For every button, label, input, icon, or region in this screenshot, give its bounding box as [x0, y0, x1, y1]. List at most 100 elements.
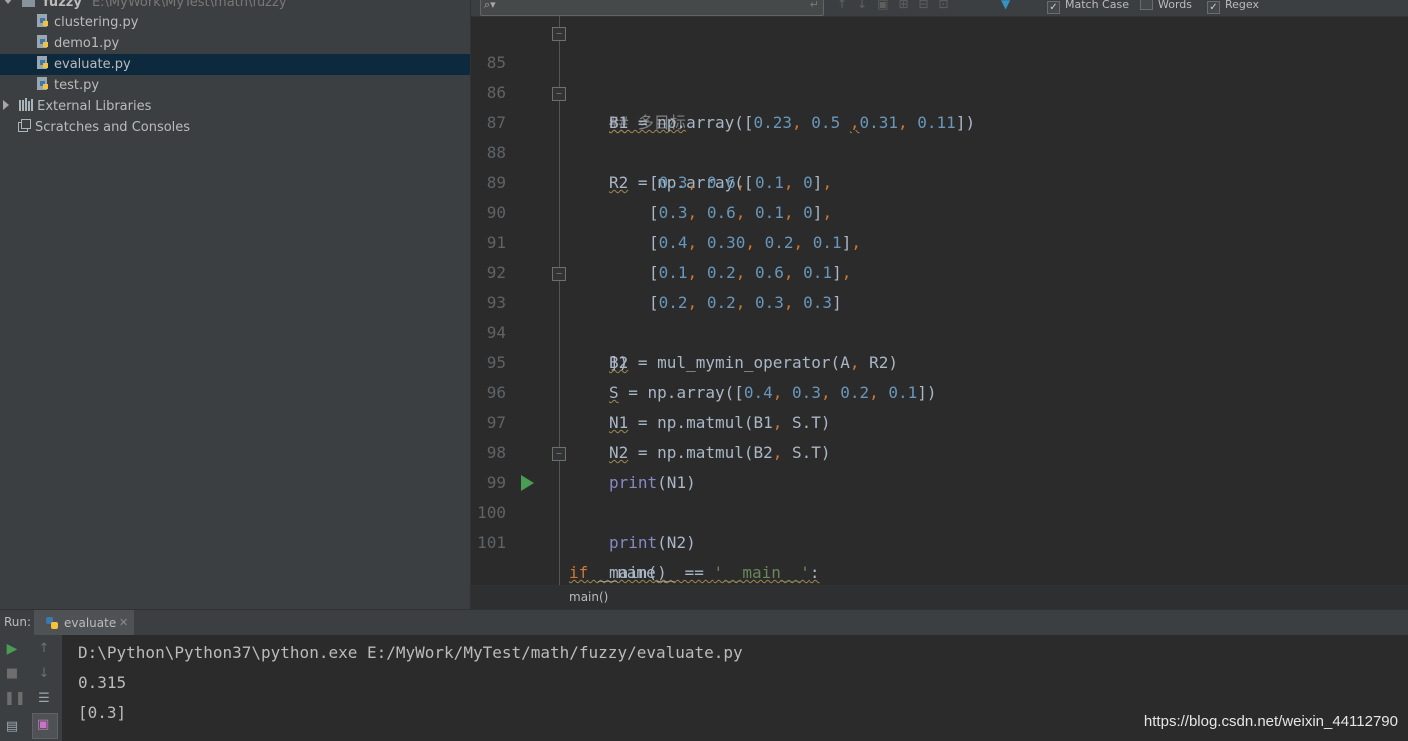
- run-toolbar: ▶ ↑ ■ ↓ ❚❚ ☰ ▤ ▣: [0, 635, 62, 741]
- match-case-option[interactable]: ✓ Match Case: [1047, 0, 1129, 14]
- code-line[interactable]: 95 S = np.array([0.4, 0.3, 0.2, 0.1]): [471, 318, 937, 402]
- code-line[interactable]: 85 − ## 多目标: [471, 18, 686, 132]
- code-line[interactable]: 89 [0.3, 0.6, 0.1, 0],: [471, 138, 832, 222]
- up-arrow-icon[interactable]: ↑: [36, 641, 52, 656]
- code-line[interactable]: 90 [0.4, 0.30, 0.2, 0.1],: [471, 168, 861, 252]
- python-file-icon: [37, 35, 48, 48]
- code-line[interactable]: 93 − ]): [471, 258, 628, 372]
- file-name: evaluate.py: [54, 57, 131, 72]
- code-line[interactable]: 88 [0.3, 0.6, 0.1, 0],: [471, 108, 832, 192]
- fold-marker-icon[interactable]: −: [552, 27, 566, 41]
- python-file-icon: [37, 14, 48, 27]
- regex-option[interactable]: ✓ Regex: [1207, 0, 1259, 14]
- find-input[interactable]: ⌕▾ ↵: [480, 0, 824, 16]
- words-label: Words: [1158, 0, 1193, 11]
- find-navigation-icons[interactable]: ↑↓▣⊞⊟⊡: [837, 0, 959, 11]
- console-line: D:\Python\Python37\python.exe E:/MyWork/…: [78, 643, 743, 662]
- code-text: if __name__ == '__main__':: [569, 563, 820, 582]
- code-line[interactable]: 101 main(): [471, 498, 667, 582]
- run-tab-label: evaluate: [64, 616, 117, 630]
- down-arrow-icon[interactable]: ↓: [36, 666, 52, 681]
- close-icon[interactable]: ✕: [119, 610, 128, 636]
- file-name: clustering.py: [54, 15, 139, 30]
- soft-wrap-icon[interactable]: ☰: [36, 691, 52, 706]
- match-case-checkbox[interactable]: ✓: [1047, 1, 1060, 14]
- code-text: [0.4, 0.30, 0.2, 0.1],: [649, 233, 861, 252]
- run-label: Run:: [4, 615, 32, 629]
- run-tab-evaluate[interactable]: evaluate ✕: [34, 610, 134, 636]
- watermark-text: https://blog.csdn.net/weixin_44112790: [1143, 713, 1398, 730]
- folder-icon: [22, 0, 36, 7]
- external-libraries-label: External Libraries: [37, 99, 152, 114]
- tree-external-libraries[interactable]: External Libraries: [0, 96, 470, 117]
- code-text: N1 = np.matmul(B1, S.T): [609, 413, 831, 432]
- gutter-separator: [559, 16, 560, 585]
- words-checkbox[interactable]: [1140, 0, 1153, 10]
- words-option[interactable]: Words: [1140, 0, 1192, 13]
- fold-marker-icon[interactable]: −: [552, 267, 566, 281]
- fold-marker-icon[interactable]: −: [552, 87, 566, 101]
- tree-file-test[interactable]: test.py: [0, 75, 470, 96]
- project-tool-window: fuzzy E:\MyWork\MyTest\math\fuzzy cluste…: [0, 0, 471, 609]
- python-icon: [46, 617, 58, 629]
- code-line[interactable]: 92 [0.2, 0.2, 0.3, 0.3]: [471, 228, 842, 312]
- code-text: B1 = np.array([0.23, 0.5 ,0.31, 0.11]): [609, 113, 976, 132]
- breadcrumb[interactable]: main(): [569, 590, 608, 604]
- file-name: test.py: [54, 78, 100, 93]
- code-text: [0.2, 0.2, 0.3, 0.3]: [649, 293, 842, 312]
- code-line[interactable]: 86 B1 = np.array([0.23, 0.5 ,0.31, 0.11]…: [471, 48, 975, 132]
- tree-file-evaluate[interactable]: evaluate.py: [0, 54, 470, 75]
- code-line[interactable]: 94 B2 = mul_mymin_operator(A, R2): [471, 288, 898, 372]
- filter-icon[interactable]: ▼: [1001, 0, 1010, 11]
- rerun-icon[interactable]: ▶: [4, 641, 20, 657]
- file-name: demo1.py: [54, 36, 120, 51]
- code-text: S = np.array([0.4, 0.3, 0.2, 0.1]): [609, 383, 937, 402]
- layout-icon[interactable]: ▤: [4, 719, 20, 734]
- stop-icon[interactable]: ■: [4, 666, 20, 681]
- root-folder-path: E:\MyWork\MyTest\math\fuzzy: [91, 0, 287, 10]
- code-line[interactable]: 87 − R2 = np.array([: [471, 78, 754, 192]
- code-line[interactable]: 96 N1 = np.matmul(B1, S.T): [471, 348, 831, 432]
- breadcrumb-bar: main(): [471, 585, 1408, 609]
- code-text: print(N2): [609, 533, 696, 552]
- expand-arrow-icon[interactable]: [3, 100, 9, 110]
- console-line: [0.3]: [78, 703, 127, 722]
- code-text: print(N1): [609, 473, 696, 492]
- code-text: [0.3, 0.6, 0.1, 0],: [649, 173, 833, 192]
- expand-arrow-icon[interactable]: [3, 0, 13, 4]
- python-file-icon: [37, 56, 48, 69]
- tree-file-clustering[interactable]: clustering.py: [0, 12, 470, 33]
- console-line: 0.315: [78, 673, 127, 692]
- library-icon: [19, 98, 34, 111]
- code-line[interactable]: 91 [0.1, 0.2, 0.6, 0.1],: [471, 198, 852, 282]
- match-case-label: Match Case: [1065, 0, 1129, 11]
- tree-scratches[interactable]: Scratches and Consoles: [0, 117, 470, 138]
- search-icon[interactable]: ⌕▾: [484, 0, 496, 12]
- code-editor[interactable]: ⌕▾ ↵ ↑↓▣⊞⊟⊡ ▼ ✓ Match Case Words ✓ Regex 8…: [471, 0, 1408, 609]
- run-tool-header: Run: evaluate ✕: [0, 609, 1408, 636]
- newline-icon[interactable]: ↵: [810, 0, 819, 11]
- regex-checkbox[interactable]: ✓: [1207, 1, 1220, 14]
- regex-label: Regex: [1225, 0, 1259, 11]
- root-folder-name: fuzzy: [43, 0, 82, 10]
- code-text: main(): [609, 563, 667, 582]
- tree-file-demo1[interactable]: demo1.py: [0, 33, 470, 54]
- code-line[interactable]: 98 print(N1): [471, 408, 696, 492]
- code-text: [0.1, 0.2, 0.6, 0.1],: [649, 263, 852, 282]
- code-line[interactable]: 100 if __name__ == '__main__':: [471, 468, 819, 582]
- code-text: [0.3, 0.6, 0.1, 0],: [649, 203, 833, 222]
- scratches-label: Scratches and Consoles: [35, 120, 191, 135]
- scratches-icon: [18, 119, 31, 132]
- run-gutter-icon[interactable]: [521, 475, 534, 491]
- find-bar: ⌕▾ ↵ ↑↓▣⊞⊟⊡ ▼ ✓ Match Case Words ✓ Regex: [471, 0, 1408, 17]
- pause-icon[interactable]: ❚❚: [4, 691, 26, 706]
- scroll-to-end-button[interactable]: ▣: [32, 713, 58, 739]
- python-file-icon: [37, 77, 48, 90]
- code-line[interactable]: 99 − print(N2): [471, 438, 696, 552]
- line-number: 101: [477, 533, 506, 552]
- code-text: N2 = np.matmul(B2, S.T): [609, 443, 831, 462]
- code-line[interactable]: 97 N2 = np.matmul(B2, S.T): [471, 378, 831, 462]
- scroll-end-icon: ▣: [37, 717, 50, 732]
- fold-marker-icon[interactable]: −: [552, 447, 566, 461]
- code-text: B2 = mul_mymin_operator(A, R2): [609, 353, 898, 372]
